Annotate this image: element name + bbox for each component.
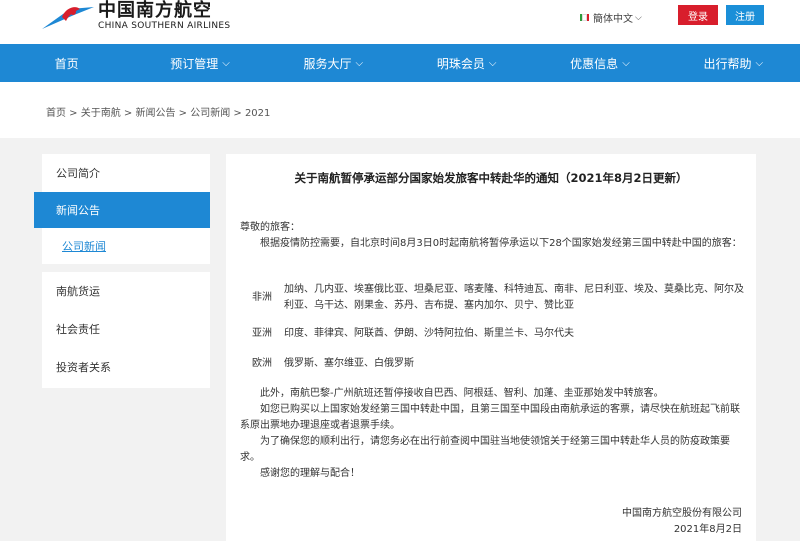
logo-chinese: 中国南方航空 — [98, 0, 212, 21]
sidebar-item-cargo[interactable]: 南航货运 — [42, 272, 210, 310]
article-intro: 根据疫情防控需要，自北京时间8月3日0时起南航将暂停承运以下28个国家始发经第三… — [260, 238, 742, 249]
chevron-down-icon: ⌵ — [355, 57, 364, 69]
chevron-down-icon: ⌵ — [488, 57, 497, 69]
logo-english: CHINA SOUTHERN AIRLINES — [98, 21, 231, 31]
article-paragraph: 如您已购买以上国家始发经第三国中转赴中国，且第三国至中国段由南航承运的客票，请尽… — [240, 404, 740, 431]
region-europe: 欧洲 俄罗斯、塞尔维亚、白俄罗斯 — [240, 356, 746, 372]
register-button[interactable]: 注册 — [726, 5, 764, 25]
article-date: 2021年8月2日 — [673, 524, 742, 535]
nav-item-service[interactable]: 服务大厅 ⌵ — [267, 44, 400, 82]
sidebar-group-1: 公司简介 新闻公告 公司新闻 — [34, 154, 210, 264]
region-name: 欧洲 — [252, 358, 272, 369]
article-title: 关于南航暂停承运部分国家始发旅客中转赴华的通知（2021年8月2日更新） — [294, 171, 688, 185]
article-signature: 中国南方航空股份有限公司 — [622, 508, 742, 519]
region-countries: 印度、菲律宾、阿联酋、伊朗、沙特阿拉伯、斯里兰卡、马尔代夫 — [284, 328, 574, 339]
site-header: 中国南方航空 CHINA SOUTHERN AIRLINES 簡体中文 ⌵ 登录… — [0, 0, 800, 44]
site-logo[interactable]: 中国南方航空 CHINA SOUTHERN AIRLINES — [40, 2, 230, 31]
article-greeting: 尊敬的旅客： — [240, 222, 300, 233]
nav-item-offers[interactable]: 优惠信息 ⌵ — [533, 44, 666, 82]
sidebar-item-csr[interactable]: 社会责任 — [42, 310, 210, 348]
language-label: 簡体中文 — [593, 14, 633, 25]
chevron-down-icon: ⌵ — [635, 12, 642, 23]
chevron-down-icon: ⌵ — [622, 57, 630, 69]
chevron-down-icon: ⌵ — [755, 57, 764, 69]
language-selector[interactable]: 簡体中文 ⌵ — [580, 10, 642, 25]
kapok-logo-icon — [42, 6, 94, 29]
nav-item-membership[interactable]: 明珠会员 ⌵ — [400, 44, 533, 82]
article-panel: 关于南航暂停承运部分国家始发旅客中转赴华的通知（2021年8月2日更新） 尊敬的… — [226, 154, 756, 541]
region-asia: 亚洲 印度、菲律宾、阿联酋、伊朗、沙特阿拉伯、斯里兰卡、马尔代夫 — [240, 326, 746, 342]
chevron-down-icon: ⌵ — [222, 57, 230, 69]
article-paragraph: 为了确保您的顺利出行，请您务必在出行前查阅中国驻当地使领馆关于经第三国中转赴华人… — [240, 436, 730, 463]
region-africa: 非洲 加纳、几内亚、埃塞俄比亚、坦桑尼亚、喀麦隆、科特迪瓦、南非、尼日利亚、埃及… — [240, 282, 746, 314]
italy-flag-icon — [580, 14, 589, 21]
sidebar-item-investors[interactable]: 投资者关系 — [42, 348, 210, 386]
article-paragraph: 此外，南航巴黎-广州航班还暂停接收自巴西、阿根廷、智利、加蓬、圭亚那始发中转旅客… — [260, 388, 664, 399]
region-name: 非洲 — [252, 292, 272, 303]
login-button[interactable]: 登录 — [678, 5, 718, 25]
region-countries: 俄罗斯、塞尔维亚、白俄罗斯 — [284, 358, 414, 369]
nav-item-booking[interactable]: 预订管理 ⌵ — [133, 44, 266, 82]
sidebar-subitem-company-news[interactable]: 公司新闻 — [42, 228, 210, 264]
breadcrumb[interactable]: 首页 > 关于南航 > 新闻公告 > 公司新闻 > 2021 — [46, 104, 270, 119]
sidebar-item-news[interactable]: 新闻公告 — [34, 192, 210, 228]
main-nav: 首页 预订管理 ⌵ 服务大厅 ⌵ 明珠会员 ⌵ 优惠信息 ⌵ 出行帮助 ⌵ — [0, 44, 800, 82]
sidebar-group-2: 南航货运 社会责任 投资者关系 — [42, 272, 210, 388]
region-name: 亚洲 — [252, 328, 272, 339]
region-countries: 加纳、几内亚、埃塞俄比亚、坦桑尼亚、喀麦隆、科特迪瓦、南非、尼日利亚、埃及、莫桑… — [284, 284, 744, 311]
sidebar-item-company-profile[interactable]: 公司简介 — [42, 154, 210, 192]
nav-item-home[interactable]: 首页 — [0, 44, 133, 82]
breadcrumb-bar: 首页 > 关于南航 > 新闻公告 > 公司新闻 > 2021 — [0, 82, 800, 138]
article-paragraph: 感谢您的理解与配合！ — [260, 468, 360, 479]
nav-item-help[interactable]: 出行帮助 ⌵ — [667, 44, 800, 82]
